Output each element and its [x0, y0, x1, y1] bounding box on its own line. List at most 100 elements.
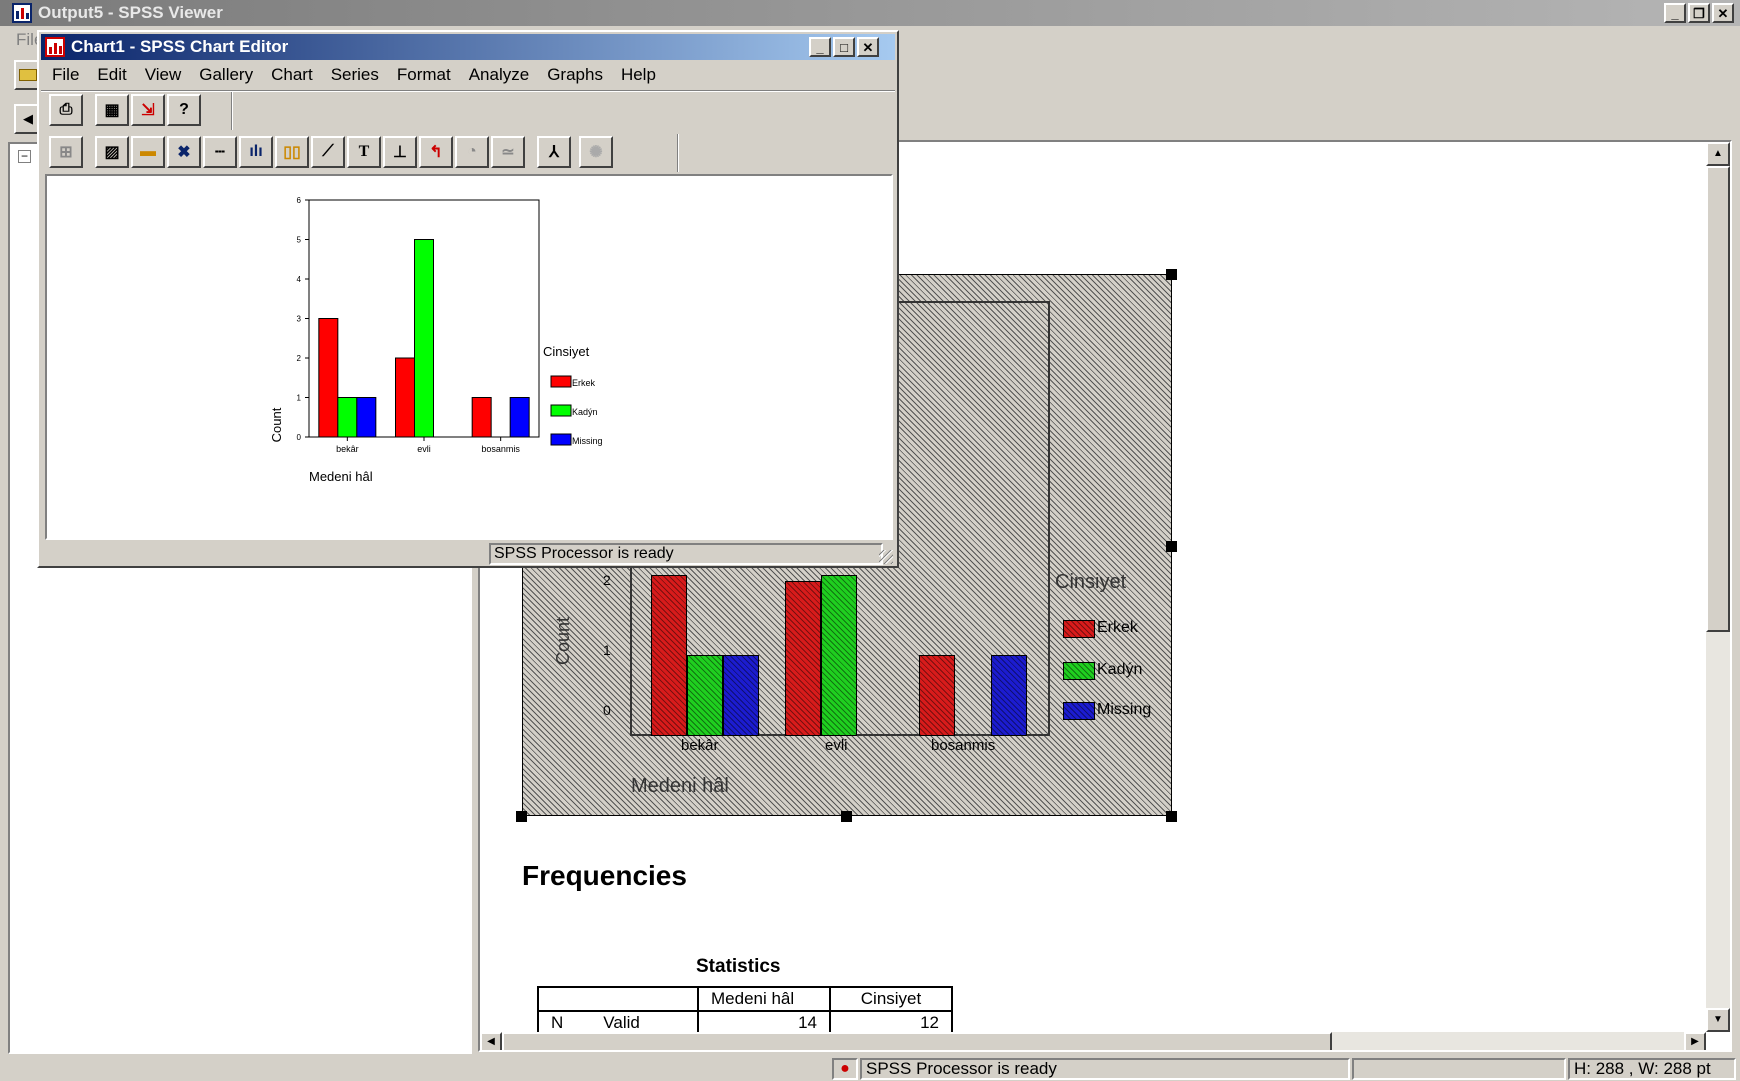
statistics-table: Medeni hâl Cinsiyet N Valid 14 12 — [537, 986, 953, 1036]
scroll-up-icon[interactable]: ▲ — [1706, 142, 1730, 166]
menu-view[interactable]: View — [136, 65, 191, 85]
y-tick-label: 4 — [297, 275, 302, 284]
menu-graphs[interactable]: Graphs — [538, 65, 612, 85]
bg-legend-label: Kadýn — [1097, 661, 1143, 678]
menu-analyze[interactable]: Analyze — [460, 65, 538, 85]
color-icon[interactable]: ▬ — [131, 136, 165, 168]
x-tick-label: bekâr — [336, 444, 359, 454]
resize-grip-icon[interactable] — [879, 550, 893, 564]
bg-bar — [821, 575, 857, 736]
line-style-icon[interactable]: ┄ — [203, 136, 237, 168]
bg-ytick: 0 — [603, 702, 611, 718]
bg-xtick: bosanmis — [931, 737, 996, 754]
menu-chart[interactable]: Chart — [262, 65, 322, 85]
restore-icon[interactable]: ❐ — [1688, 3, 1710, 23]
bg-ytick: 1 — [603, 642, 611, 658]
bar-kadýn — [414, 239, 434, 438]
menu-help[interactable]: Help — [612, 65, 665, 85]
close-icon[interactable]: ✕ — [857, 37, 879, 57]
x-tick-label: evli — [417, 444, 431, 454]
bg-legend-swatch — [1063, 662, 1095, 680]
scroll-down-icon[interactable]: ▼ — [1706, 1008, 1730, 1032]
y-tick-label: 2 — [297, 354, 302, 363]
export-chart-icon[interactable]: ⎙ — [49, 94, 83, 126]
editor-title: Chart1 - SPSS Chart Editor — [71, 37, 289, 56]
collapse-node-icon[interactable]: − — [18, 150, 31, 163]
fill-pattern-icon[interactable]: ▨ — [95, 136, 129, 168]
scroll-left-icon[interactable]: ◀ — [480, 1032, 502, 1050]
editor-toolbar-2: ⊞ ▨ ▬ ✖ ┄ ılı ▯▯ ⟋ T ⊥ ↰ ◔ ≃ ⅄ ✺ — [49, 136, 613, 168]
table-corner — [537, 986, 699, 1012]
bar-kadýn — [337, 397, 358, 438]
resize-handle[interactable] — [516, 811, 527, 822]
viewer-title: Output5 - SPSS Viewer — [38, 3, 223, 22]
chart-canvas[interactable]: 0 1 2 3 4 5 6 Count bekâr evli bosanmis Medeni hâl C… — [45, 174, 893, 540]
marker-icon[interactable]: ✖ — [167, 136, 201, 168]
menu-gallery[interactable]: Gallery — [190, 65, 262, 85]
viewer-statusbar: ● SPSS Processor is ready H: 288 , W: 28… — [0, 1057, 1740, 1081]
editor-menubar: File Edit View Gallery Chart Series Form… — [43, 61, 665, 89]
spin-mode-icon[interactable]: ⅄ — [537, 136, 571, 168]
resize-handle[interactable] — [841, 811, 852, 822]
scroll-hthumb[interactable] — [502, 1032, 1332, 1050]
statistics-title: Statistics — [696, 956, 781, 977]
legend-swatch — [550, 433, 572, 446]
bg-legend-label: Missing — [1097, 701, 1152, 718]
menu-file[interactable]: File — [43, 65, 88, 85]
row-label-n: N — [551, 1013, 564, 1032]
data-editor-icon[interactable]: ▦ — [95, 94, 129, 126]
point-id-icon[interactable]: ⊞ — [49, 136, 83, 168]
resize-handle[interactable] — [1166, 811, 1177, 822]
resize-handle[interactable] — [1166, 541, 1177, 552]
close-icon[interactable]: ✕ — [1712, 3, 1734, 23]
table-header: Medeni hâl — [697, 986, 831, 1012]
horizontal-scrollbar[interactable]: ◀ ▶ — [480, 1032, 1706, 1050]
scroll-right-icon[interactable]: ▶ — [1684, 1032, 1706, 1050]
break-line-icon[interactable]: ≃ — [491, 136, 525, 168]
scroll-thumb[interactable] — [1706, 166, 1730, 632]
row-label-valid: Valid — [603, 1013, 640, 1032]
spikes-icon[interactable]: ✺ — [579, 136, 613, 168]
status-empty-panel — [1352, 1058, 1566, 1080]
y-tick-label: 3 — [297, 315, 302, 324]
goto-case-icon[interactable]: ⇲ — [131, 94, 165, 126]
x-axis-label: Medeni hâl — [309, 469, 373, 484]
bg-bar — [919, 655, 955, 736]
swap-axes-icon[interactable]: ↰ — [419, 136, 453, 168]
minimize-icon[interactable]: _ — [1664, 3, 1686, 23]
text-icon[interactable]: T — [347, 136, 381, 168]
bar-label-icon[interactable]: ▯▯ — [275, 136, 309, 168]
bg-bar — [651, 575, 687, 736]
bg-bar — [991, 655, 1027, 736]
bg-xlabel: Medeni hâl — [631, 775, 729, 797]
bg-ylabel: Count — [553, 616, 573, 665]
menu-format[interactable]: Format — [388, 65, 460, 85]
vertical-scrollbar[interactable]: ▲ ▼ — [1706, 142, 1730, 1032]
interpolation-icon[interactable]: ⟋ — [311, 136, 345, 168]
bar-style-icon[interactable]: ılı — [239, 136, 273, 168]
help-icon[interactable]: ? — [167, 94, 201, 126]
editor-statusbar: SPSS Processor is ready — [41, 542, 895, 566]
editor-toolbar-1: ⎙ ▦ ⇲ ? — [49, 94, 201, 126]
chart-app-icon — [45, 37, 65, 57]
viewer-titlebar[interactable]: Output5 - SPSS Viewer — [0, 0, 1740, 26]
explode-slice-icon[interactable]: ◔ — [455, 136, 489, 168]
y-tick-label: 5 — [297, 236, 302, 245]
y-tick-label: 1 — [297, 394, 302, 403]
chart-editor-window: Chart1 - SPSS Chart Editor _ □ ✕ File Ed… — [37, 30, 899, 568]
resize-handle[interactable] — [1166, 269, 1177, 280]
maximize-icon[interactable]: □ — [833, 37, 855, 57]
minimize-icon[interactable]: _ — [809, 37, 831, 57]
menu-edit[interactable]: Edit — [88, 65, 135, 85]
bg-legend-swatch — [1063, 702, 1095, 720]
bg-bar — [723, 655, 759, 736]
spss-app-icon — [12, 3, 32, 23]
bar-chart: 0 1 2 3 4 5 6 Count bekâr evli bosanmis Medeni hâl C… — [269, 196, 603, 484]
status-indicator-icon: ● — [832, 1058, 858, 1080]
3d-rotation-icon[interactable]: ⊥ — [383, 136, 417, 168]
editor-titlebar[interactable]: Chart1 - SPSS Chart Editor — [41, 34, 895, 60]
legend-swatch — [550, 375, 572, 388]
editor-window-controls: _ □ ✕ — [809, 37, 879, 57]
menu-series[interactable]: Series — [322, 65, 388, 85]
bg-bar — [785, 581, 821, 736]
